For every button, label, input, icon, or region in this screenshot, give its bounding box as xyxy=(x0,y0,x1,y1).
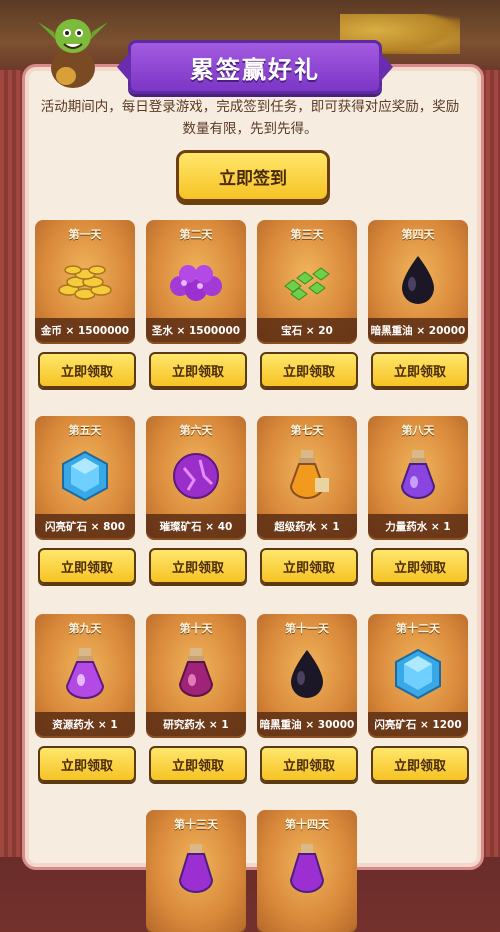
reward-amount: 闪亮矿石 × 1200 xyxy=(368,712,468,736)
claim-button[interactable]: 立即领取 xyxy=(371,352,469,388)
title-banner: 累签赢好礼 xyxy=(117,40,393,94)
claim-button[interactable]: 立即领取 xyxy=(149,746,247,782)
reward-day-label: 第六天 xyxy=(179,424,213,437)
claim-button[interactable]: 立即领取 xyxy=(260,352,358,388)
reward-amount: 璀璨矿石 × 40 xyxy=(146,514,246,538)
reward-card: 第十天研究药水 × 1 xyxy=(146,614,246,736)
claim-button[interactable]: 立即领取 xyxy=(260,746,358,782)
power-potion-icon xyxy=(388,446,448,504)
super-potion-icon xyxy=(277,446,337,504)
event-description: 活动期间内，每日登录游戏，完成签到任务，即可获得对应奖励，奖励数量有限，先到先得… xyxy=(40,99,460,137)
shiny-ore-icon xyxy=(55,446,115,504)
reward-amount: 暗黑重油 × 30000 xyxy=(257,712,357,736)
reward-card: 第一天金币 × 1500000 xyxy=(35,220,135,342)
reward-card: 第十三天 xyxy=(146,810,246,932)
reward-day-label: 第二天 xyxy=(179,228,213,241)
checkin-button[interactable]: 立即签到 xyxy=(176,150,330,202)
research-potion-icon xyxy=(166,644,226,702)
reward-day-label: 第五天 xyxy=(68,424,102,437)
reward-day-label: 第十三天 xyxy=(174,818,218,831)
reward-day-label: 第八天 xyxy=(401,424,435,437)
reward-day-label: 第七天 xyxy=(290,424,324,437)
reward-amount: 宝石 × 20 xyxy=(257,318,357,342)
potion-icon xyxy=(277,840,337,898)
claim-button[interactable]: 立即领取 xyxy=(260,548,358,584)
elixir-icon xyxy=(166,250,226,308)
glowy-ore-icon xyxy=(166,446,226,504)
claim-button[interactable]: 立即领取 xyxy=(38,352,136,388)
shiny-ore-icon xyxy=(388,644,448,702)
reward-card: 第二天圣水 × 1500000 xyxy=(146,220,246,342)
reward-day-label: 第十天 xyxy=(179,622,213,635)
gems-icon xyxy=(277,250,337,308)
potion-icon xyxy=(166,840,226,898)
claim-button[interactable]: 立即领取 xyxy=(371,548,469,584)
dark-elixir-icon xyxy=(277,644,337,702)
reward-amount: 超级药水 × 1 xyxy=(257,514,357,538)
claim-button[interactable]: 立即领取 xyxy=(149,548,247,584)
claim-button[interactable]: 立即领取 xyxy=(371,746,469,782)
reward-day-label: 第一天 xyxy=(68,228,102,241)
reward-day-label: 第九天 xyxy=(68,622,102,635)
page-title: 累签赢好礼 xyxy=(190,55,320,84)
reward-amount: 金币 × 1500000 xyxy=(35,318,135,342)
reward-day-label: 第四天 xyxy=(401,228,435,241)
reward-card: 第八天力量药水 × 1 xyxy=(368,416,468,538)
reward-amount: 暗黑重油 × 20000 xyxy=(368,318,468,342)
reward-card: 第十一天暗黑重油 × 30000 xyxy=(257,614,357,736)
reward-card: 第七天超级药水 × 1 xyxy=(257,416,357,538)
claim-button[interactable]: 立即领取 xyxy=(38,548,136,584)
gold-coins-icon xyxy=(55,250,115,308)
left-curtain xyxy=(0,70,22,857)
reward-amount: 力量药水 × 1 xyxy=(368,514,468,538)
claim-button[interactable]: 立即领取 xyxy=(38,746,136,782)
reward-amount: 研究药水 × 1 xyxy=(146,712,246,736)
resource-potion-icon xyxy=(55,644,115,702)
reward-card: 第十四天 xyxy=(257,810,357,932)
reward-card: 第十二天闪亮矿石 × 1200 xyxy=(368,614,468,736)
reward-card: 第九天资源药水 × 1 xyxy=(35,614,135,736)
reward-day-label: 第十四天 xyxy=(285,818,329,831)
reward-day-label: 第十二天 xyxy=(396,622,440,635)
reward-amount: 资源药水 × 1 xyxy=(35,712,135,736)
reward-card: 第六天璀璨矿石 × 40 xyxy=(146,416,246,538)
reward-card: 第三天宝石 × 20 xyxy=(257,220,357,342)
goblin-mascot-icon xyxy=(38,19,108,88)
reward-day-label: 第十一天 xyxy=(285,622,329,635)
reward-day-label: 第三天 xyxy=(290,228,324,241)
reward-card: 第四天暗黑重油 × 20000 xyxy=(368,220,468,342)
reward-amount: 圣水 × 1500000 xyxy=(146,318,246,342)
reward-card: 第五天闪亮矿石 × 800 xyxy=(35,416,135,538)
reward-amount: 闪亮矿石 × 800 xyxy=(35,514,135,538)
claim-button[interactable]: 立即领取 xyxy=(149,352,247,388)
dark-elixir-icon xyxy=(388,250,448,308)
